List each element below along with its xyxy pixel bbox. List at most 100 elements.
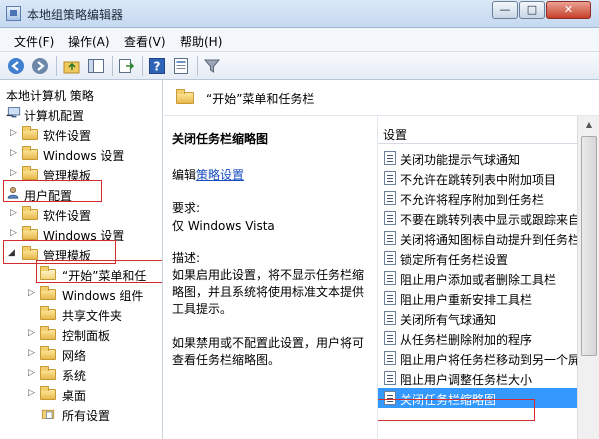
description-pane: “开始”菜单和任务栏 关闭任务栏缩略图 编辑策略设置 要求: 仅 Windows… (164, 80, 599, 439)
export-list-button[interactable] (116, 56, 136, 76)
policy-setting-icon (384, 311, 396, 325)
tree-item-software-settings[interactable]: ▷ 软件设置 (0, 204, 162, 224)
menu-file[interactable]: 文件(F) (14, 33, 54, 50)
window-title: 本地组策略编辑器 (27, 8, 124, 22)
tree-item-system[interactable]: ▷ 系统 (0, 364, 162, 384)
setting-label: 关闭功能提示气球通知 (400, 153, 521, 167)
folder-icon (40, 286, 56, 300)
tree-item-control-panel[interactable]: ▷ 控制面板 (0, 324, 162, 344)
highlight-box-start-menu (36, 260, 162, 283)
maximize-button[interactable]: □ (519, 1, 545, 19)
policy-setting-icon (384, 251, 396, 265)
close-button[interactable]: ✕ (546, 1, 591, 19)
setting-row[interactable]: 阻止用户重新安排工具栏 (378, 288, 578, 308)
tree-item-all-settings[interactable]: 所有设置 (0, 404, 162, 424)
content-header-title: “开始”菜单和任务栏 (206, 92, 315, 106)
tree-item-label: Windows 组件 (62, 289, 144, 303)
tree-item-label: Windows 设置 (43, 149, 125, 163)
help-button[interactable]: ? (147, 56, 167, 76)
folder-icon (22, 146, 38, 160)
expand-icon: ▷ (10, 208, 17, 218)
column-header-label: 设置 (383, 128, 408, 142)
navigation-tree: 本地计算机 策略 ◢ 计算机配置 ▷ 软件设置 ▷ Windows 设置 ▷ 管… (0, 80, 163, 439)
policy-title: 关闭任务栏缩略图 (172, 132, 269, 146)
expand-icon: ▷ (28, 348, 35, 358)
setting-row[interactable]: 不要在跳转列表中显示或跟踪来自 (378, 208, 578, 228)
tree-item-label: 计算机配置 (24, 109, 85, 123)
edit-prefix: 编辑 (172, 168, 197, 182)
policy-setting-icon (384, 191, 396, 205)
scroll-up-icon[interactable]: ▲ (578, 116, 599, 134)
setting-row[interactable]: 锁定所有任务栏设置 (378, 248, 578, 268)
column-header-setting[interactable]: 设置 (378, 122, 599, 144)
tree-item-windows-components[interactable]: ▷ Windows 组件 (0, 284, 162, 304)
setting-label: 锁定所有任务栏设置 (400, 253, 509, 267)
filter-button[interactable] (202, 56, 222, 76)
policy-setting-icon (384, 151, 396, 165)
folder-icon (22, 226, 38, 240)
all-settings-icon (41, 409, 55, 419)
tree-item-label: 软件设置 (43, 209, 92, 223)
setting-row[interactable]: 关闭功能提示气球通知 (378, 148, 578, 168)
expand-icon: ▷ (28, 288, 35, 298)
setting-label: 阻止用户调整任务栏大小 (400, 373, 533, 387)
requirements-value: 仅 Windows Vista (172, 219, 275, 233)
requirements-label: 要求: (172, 201, 201, 215)
tree-item-label: 所有设置 (62, 409, 111, 423)
scroll-thumb[interactable] (581, 136, 597, 356)
menu-help[interactable]: 帮助(H) (180, 33, 222, 50)
setting-row[interactable]: 关闭将通知图标自动提升到任务栏 (378, 228, 578, 248)
policy-setting-icon (384, 371, 396, 385)
forward-button[interactable] (30, 56, 50, 76)
tree-item-network[interactable]: ▷ 网络 (0, 344, 162, 364)
policy-setting-icon (384, 231, 396, 245)
edit-policy-link[interactable]: 策略设置 (196, 168, 244, 182)
expand-icon: ▷ (10, 228, 17, 238)
menu-view[interactable]: 查看(V) (124, 33, 166, 50)
policy-setting-icon (384, 211, 396, 225)
up-folder-button[interactable] (62, 56, 82, 76)
policy-setting-icon (384, 291, 396, 305)
show-hide-tree-button[interactable] (86, 56, 106, 76)
tree-item-label: 系统 (62, 369, 87, 383)
tree-item-computer-config[interactable]: ◢ 计算机配置 (0, 104, 162, 124)
settings-list: 设置 关闭功能提示气球通知不允许在跳转列表中附加项目 不允许将程序附加到任务栏 不要… (377, 116, 599, 439)
policy-setting-icon (384, 331, 396, 345)
show-hide-tree-icon (88, 59, 104, 73)
tree-item-desktop[interactable]: ▷ 桌面 (0, 384, 162, 404)
properties-button[interactable] (171, 56, 191, 76)
minimize-button[interactable]: — (492, 1, 518, 19)
setting-label: 阻止用户重新安排工具栏 (400, 293, 533, 307)
expand-icon: ▷ (28, 328, 35, 338)
properties-icon (174, 58, 188, 74)
folder-icon (40, 386, 56, 400)
setting-row[interactable]: 阻止用户添加或者删除工具栏 (378, 268, 578, 288)
folder-icon (40, 346, 56, 360)
tree-item-label: 控制面板 (62, 329, 111, 343)
setting-row[interactable]: 从任务栏删除附加的程序 (378, 328, 578, 348)
setting-row[interactable]: 阻止用户将任务栏移动到另一个屏 (378, 348, 578, 368)
tree-item-label: 软件设置 (43, 129, 92, 143)
setting-label: 阻止用户将任务栏移动到另一个屏 (400, 353, 578, 367)
setting-label: 不允许在跳转列表中附加项目 (400, 173, 557, 187)
setting-row[interactable]: 关闭所有气球通知 (378, 308, 578, 328)
menu-action[interactable]: 操作(A) (68, 33, 110, 50)
vertical-scrollbar[interactable]: ▲ (577, 116, 599, 439)
toolbar: ? (0, 52, 599, 80)
policy-setting-icon (384, 351, 396, 365)
setting-row[interactable]: 不允许在跳转列表中附加项目 (378, 168, 578, 188)
tree-item-root[interactable]: 本地计算机 策略 (0, 84, 162, 104)
back-button[interactable] (6, 56, 26, 76)
tree-item-windows-settings[interactable]: ▷ Windows 设置 (0, 144, 162, 164)
expand-icon: ▷ (10, 168, 17, 178)
setting-row[interactable]: 不允许将程序附加到任务栏 (378, 188, 578, 208)
filter-icon (203, 59, 221, 73)
tree-item-shared-folders[interactable]: 共享文件夹 (0, 304, 162, 324)
setting-row[interactable]: 阻止用户调整任务栏大小 (378, 368, 578, 388)
tree-item-label: 本地计算机 策略 (6, 89, 94, 103)
folder-icon (22, 126, 38, 140)
close-icon: ✕ (563, 3, 574, 16)
tree-item-software-settings[interactable]: ▷ 软件设置 (0, 124, 162, 144)
computer-icon (7, 107, 21, 118)
minimize-icon: — (499, 3, 511, 16)
